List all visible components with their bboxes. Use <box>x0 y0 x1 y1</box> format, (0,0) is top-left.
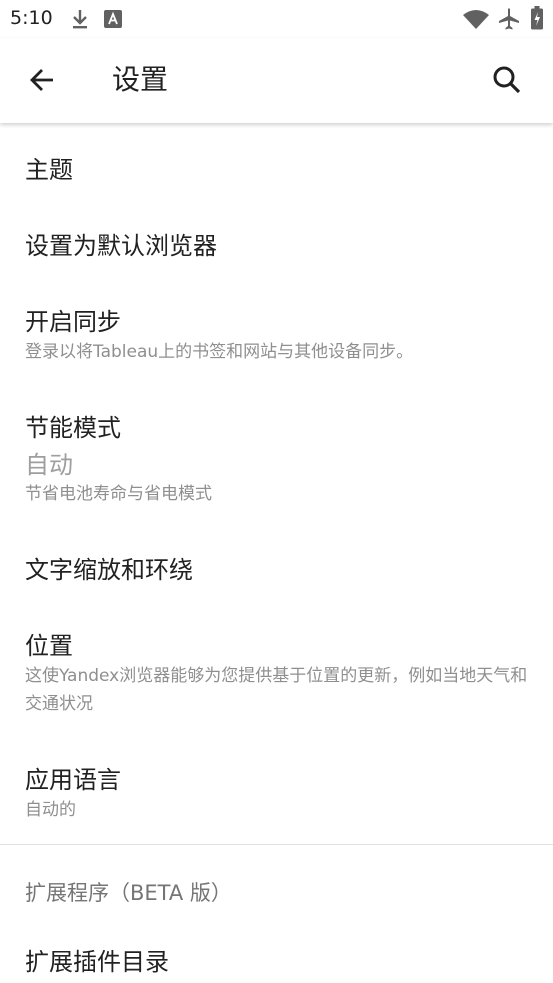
setting-app-language-summary: 自动的 <box>25 800 76 820</box>
setting-sync[interactable]: 开启同步 登录以将Tableau上的书签和网站与其他设备同步。 <box>0 280 553 388</box>
setting-location-title: 位置 <box>25 632 73 660</box>
app-bar: 设置 <box>0 38 553 123</box>
page-title: 设置 <box>112 63 169 96</box>
back-button[interactable] <box>20 58 64 102</box>
battery-icon <box>531 6 543 30</box>
wifi-icon <box>463 10 489 29</box>
setting-power-saving-title: 节能模式 <box>25 414 121 442</box>
setting-sync-title: 开启同步 <box>25 308 121 336</box>
section-divider <box>0 844 553 845</box>
setting-app-language-title: 应用语言 <box>25 766 121 794</box>
setting-power-saving[interactable]: 节能模式 自动 节省电池寿命与省电模式 <box>0 388 553 530</box>
setting-default-browser[interactable]: 设置为默认浏览器 <box>0 204 553 280</box>
setting-sync-summary: 登录以将Tableau上的书签和网站与其他设备同步。 <box>25 342 414 362</box>
setting-app-language[interactable]: 应用语言 自动的 <box>0 740 553 840</box>
status-bar: 5:10 <box>0 0 553 38</box>
app-notification-icon <box>104 10 122 28</box>
setting-default-browser-title: 设置为默认浏览器 <box>25 232 217 260</box>
status-time: 5:10 <box>10 7 53 29</box>
extensions-section-header: 扩展程序（BETA 版） <box>25 881 232 905</box>
search-icon <box>493 66 521 94</box>
setting-power-saving-summary: 节省电池寿命与省电模式 <box>25 484 212 504</box>
setting-extensions-catalog-title: 扩展插件目录 <box>25 948 169 976</box>
download-icon <box>73 10 87 29</box>
search-button[interactable] <box>485 58 529 102</box>
setting-location-summary: 这使Yandex浏览器能够为您提供基于位置的更新，例如当地天气和交通状况 <box>25 666 528 714</box>
setting-power-saving-value: 自动 <box>25 451 73 479</box>
setting-text-scaling-title: 文字缩放和环绕 <box>25 556 193 584</box>
airplane-icon <box>499 8 519 30</box>
setting-theme[interactable]: 主题 <box>0 128 553 204</box>
setting-extensions-catalog[interactable]: 扩展插件目录 <box>0 920 553 983</box>
setting-text-scaling[interactable]: 文字缩放和环绕 <box>0 530 553 608</box>
setting-theme-title: 主题 <box>25 156 73 184</box>
setting-location[interactable]: 位置 这使Yandex浏览器能够为您提供基于位置的更新，例如当地天气和交通状况 <box>0 608 553 740</box>
arrow-back-icon <box>30 69 53 91</box>
